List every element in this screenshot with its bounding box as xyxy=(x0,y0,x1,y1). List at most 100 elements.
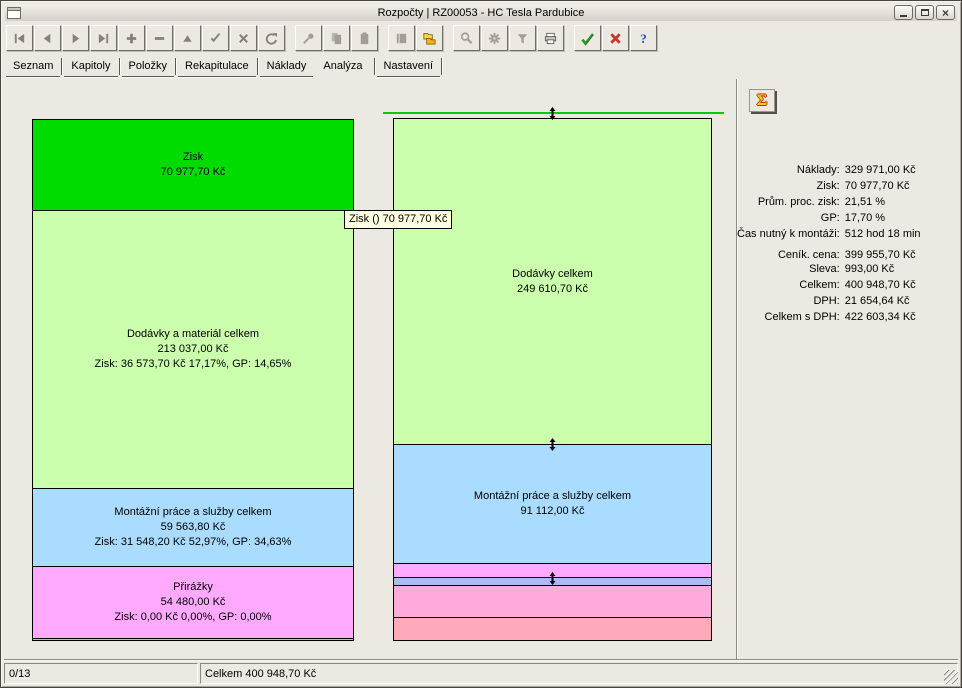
close-button[interactable] xyxy=(602,25,629,51)
bar-segment-small[interactable] xyxy=(394,618,711,641)
resize-grip[interactable] xyxy=(944,670,958,684)
minimize-button[interactable] xyxy=(894,5,913,20)
folders-icon xyxy=(422,31,437,46)
paste-icon xyxy=(357,31,372,46)
tab-seznam[interactable]: Seznam xyxy=(6,57,60,77)
bar-segment-small[interactable] xyxy=(394,586,711,618)
help-button[interactable]: ? xyxy=(630,25,657,51)
app-icon-detail xyxy=(8,8,20,11)
search-button[interactable] xyxy=(453,25,480,51)
summary-label: Celkem s DPH: xyxy=(737,309,845,325)
summary-value: 422 603,34 Kč xyxy=(845,309,921,325)
tab-divider xyxy=(119,58,120,75)
bar-segment[interactable]: Zisk70 977,70 Kč xyxy=(33,120,353,211)
toolbar: ? xyxy=(6,25,658,52)
plus-icon xyxy=(124,31,139,46)
summary-row: Prům. proc. zisk:21,51 % xyxy=(737,194,921,210)
summary-row: Ceník. cena:399 955,70 Kč xyxy=(737,242,921,261)
bar-segment-label: Dodávky a materiál celkem xyxy=(127,327,259,342)
refresh-icon xyxy=(264,31,279,46)
tab-nastaveni[interactable]: Nastavení xyxy=(377,57,441,77)
summary-row: Náklady:329 971,00 Kč xyxy=(737,162,921,178)
tab-divider xyxy=(441,58,442,75)
post-button[interactable] xyxy=(202,25,229,51)
triangle-up-icon xyxy=(180,31,195,46)
maximize-icon xyxy=(921,9,929,16)
bar-segment[interactable]: Montážní práce a služby celkem91 112,00 … xyxy=(394,445,711,564)
prior-record-icon xyxy=(40,31,55,46)
titlebar: Rozpočty | RZ00053 - HC Tesla Pardubice … xyxy=(5,4,957,21)
refresh-button[interactable] xyxy=(258,25,285,51)
close-button[interactable]: × xyxy=(936,5,955,20)
bar-segment-label: 59 563,80 Kč xyxy=(161,520,226,535)
bar-segment[interactable]: Dodávky celkem249 610,70 Kč xyxy=(394,119,711,445)
drag-handle-middle[interactable] xyxy=(549,438,556,451)
summary-row: GP:17,70 % xyxy=(737,210,921,226)
insert-button[interactable] xyxy=(118,25,145,51)
bar-segment-label: Zisk: 0,00 Kč 0,00%, GP: 0,00% xyxy=(114,610,271,625)
filter-button[interactable] xyxy=(509,25,536,51)
summary-row: Celkem:400 948,70 Kč xyxy=(737,277,921,293)
next-record-icon xyxy=(68,31,83,46)
bar-segment[interactable]: Přirážky54 480,00 KčZisk: 0,00 Kč 0,00%,… xyxy=(33,567,353,639)
pin-button[interactable] xyxy=(295,25,322,51)
summary-label: Čas nutný k montáži: xyxy=(737,226,845,242)
bar-segment-small[interactable] xyxy=(33,639,353,641)
bar-segment-label: Montážní práce a služby celkem xyxy=(114,505,271,520)
last-button[interactable] xyxy=(90,25,117,51)
bar-segment-label: 213 037,00 Kč xyxy=(158,342,229,357)
pushpin-icon xyxy=(301,31,316,46)
tab-polozky[interactable]: Položky xyxy=(122,57,175,77)
bar-segment[interactable]: Montážní práce a služby celkem59 563,80 … xyxy=(33,489,353,567)
ok-check-icon xyxy=(580,31,595,46)
tab-analyza[interactable]: Analýza xyxy=(313,57,372,77)
edit-button[interactable] xyxy=(174,25,201,51)
bar-segment[interactable]: Dodávky a materiál celkem213 037,00 KčZi… xyxy=(33,211,353,489)
summary-value: 70 977,70 Kč xyxy=(845,178,921,194)
analysis-content: Zisk70 977,70 KčDodávky a materiál celke… xyxy=(4,79,958,660)
summary-label: Celkem: xyxy=(737,277,845,293)
last-record-icon xyxy=(96,31,111,46)
paste-button[interactable] xyxy=(351,25,378,51)
drag-handle-top[interactable] xyxy=(549,107,556,120)
bar-segment-label: 249 610,70 Kč xyxy=(517,282,588,297)
bar-segment-label: Zisk xyxy=(183,150,203,165)
bar-segment-label: Dodávky celkem xyxy=(512,267,593,282)
settings-button[interactable] xyxy=(481,25,508,51)
close-x-icon xyxy=(608,31,623,46)
summary-value: 17,70 % xyxy=(845,210,921,226)
summary-label: DPH: xyxy=(737,293,845,309)
folders-button[interactable] xyxy=(416,25,443,51)
notebook-icon xyxy=(394,31,409,46)
print-button[interactable] xyxy=(537,25,564,51)
cancel-button[interactable] xyxy=(230,25,257,51)
drag-handle-bottom[interactable] xyxy=(549,572,556,585)
tab-kapitoly[interactable]: Kapitoly xyxy=(64,57,117,77)
window-title: Rozpočty | RZ00053 - HC Tesla Pardubice xyxy=(5,7,957,19)
tab-divider xyxy=(61,58,62,75)
magnifier-icon xyxy=(459,31,474,46)
bar-segment-label: Montážní práce a služby celkem xyxy=(474,489,631,504)
summary-value: 21,51 % xyxy=(845,194,921,210)
tab-naklady[interactable]: Náklady xyxy=(260,57,314,77)
prior-button[interactable] xyxy=(34,25,61,51)
delete-button[interactable] xyxy=(146,25,173,51)
next-button[interactable] xyxy=(62,25,89,51)
tab-bar: SeznamKapitolyPoložkyRekapitulaceNáklady… xyxy=(6,57,444,77)
sum-button[interactable]: Σ xyxy=(749,89,775,112)
printer-icon xyxy=(543,31,558,46)
svg-text:?: ? xyxy=(640,31,647,46)
maximize-button[interactable] xyxy=(915,5,934,20)
summary-label: Ceník. cena: xyxy=(737,242,845,261)
ok-button[interactable] xyxy=(574,25,601,51)
tab-divider xyxy=(175,58,176,75)
copy-button[interactable] xyxy=(323,25,350,51)
window-controls: × xyxy=(894,5,955,20)
cross-icon xyxy=(236,31,251,46)
status-total-label: Celkem 400 948,70 Kč xyxy=(200,663,958,684)
summary-value: 512 hod 18 min xyxy=(845,226,921,242)
tab-rekapitulace[interactable]: Rekapitulace xyxy=(178,57,256,77)
notebook-button[interactable] xyxy=(388,25,415,51)
first-button[interactable] xyxy=(6,25,33,51)
summary-label: GP: xyxy=(737,210,845,226)
